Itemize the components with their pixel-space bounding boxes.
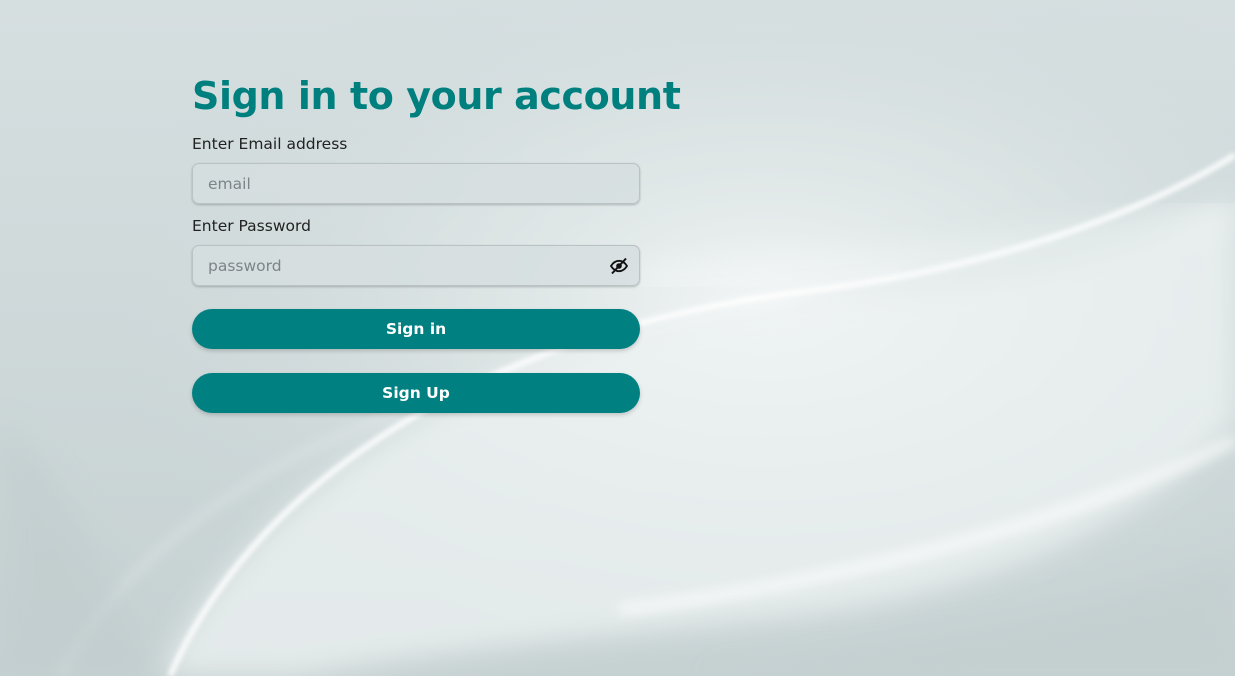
sign-up-button[interactable]: Sign Up (192, 373, 640, 413)
password-label: Enter Password (192, 217, 311, 235)
sign-in-button[interactable]: Sign in (192, 309, 640, 349)
email-field[interactable] (193, 164, 639, 203)
email-label: Enter Email address (192, 135, 348, 153)
sign-in-form: Sign in to your account Enter Email addr… (192, 72, 681, 413)
password-field-wrapper (192, 245, 640, 286)
password-field[interactable] (193, 246, 639, 285)
eye-slash-icon[interactable] (609, 257, 629, 275)
page-title: Sign in to your account (192, 74, 681, 118)
email-field-wrapper (192, 163, 640, 204)
